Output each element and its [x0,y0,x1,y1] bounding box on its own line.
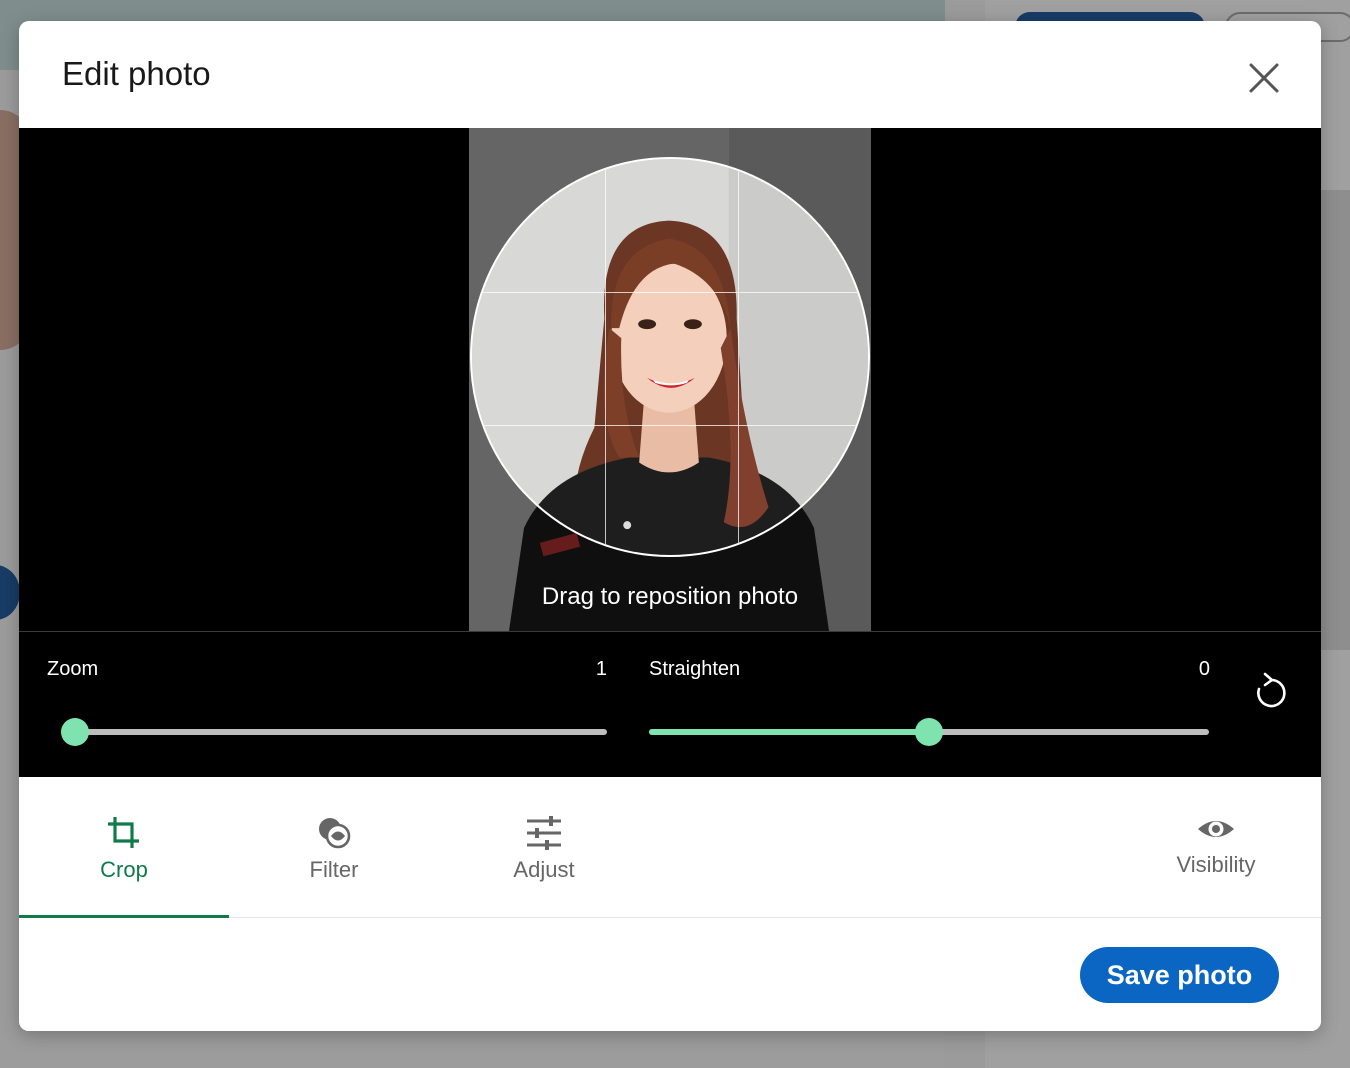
tab-crop[interactable]: Crop [19,777,229,918]
tab-label: Filter [309,857,359,882]
crop-grid-line [472,292,868,293]
adjust-icon [527,816,561,850]
eye-icon [1198,821,1234,837]
zoom-slider-thumb[interactable] [61,718,89,746]
dialog-header: Edit photo [19,21,1321,128]
edit-photo-dialog: Edit photo Drag to reposition photo Zoom… [19,21,1321,1031]
tab-visibility[interactable]: Visibility [1111,777,1321,918]
photo-canvas[interactable]: Drag to reposition photo [469,128,871,631]
zoom-value: 1 [595,658,607,680]
straighten-slider-fill [649,729,929,735]
save-photo-button[interactable]: Save photo [1080,947,1279,1003]
crop-controls: Zoom 1 Straighten 0 [19,631,1321,777]
zoom-label: Zoom [47,658,99,680]
tab-adjust[interactable]: Adjust [439,777,649,918]
background-card-image [1320,190,1350,650]
zoom-slider[interactable] [61,718,607,746]
crop-circle[interactable] [470,157,870,557]
dialog-footer: Save photo [19,918,1321,1031]
rotate-button[interactable] [1253,672,1289,712]
straighten-slider-thumb[interactable] [915,718,943,746]
filter-icon [319,818,351,849]
tab-filter[interactable]: Filter [229,777,439,918]
close-button[interactable] [1245,59,1283,97]
photo-stage: Drag to reposition photo [19,128,1321,631]
reposition-hint: Drag to reposition photo [541,583,799,610]
crop-grid-line [605,159,606,555]
close-icon [1249,63,1279,93]
tab-label: Crop [100,857,148,882]
rotate-icon [1257,672,1286,708]
crop-icon [108,817,139,848]
straighten-slider[interactable] [649,718,1209,746]
crop-grid-line [738,159,739,555]
crop-grid-line [472,425,868,426]
dialog-title: Edit photo [62,55,211,92]
straighten-label: Straighten [649,658,741,680]
cropped-photo [472,159,868,555]
straighten-value: 0 [1198,658,1210,680]
tab-label: Visibility [1176,852,1256,877]
editor-tabs: Crop Filter Adjust Visibility [19,777,1321,918]
tab-label: Adjust [513,857,575,882]
